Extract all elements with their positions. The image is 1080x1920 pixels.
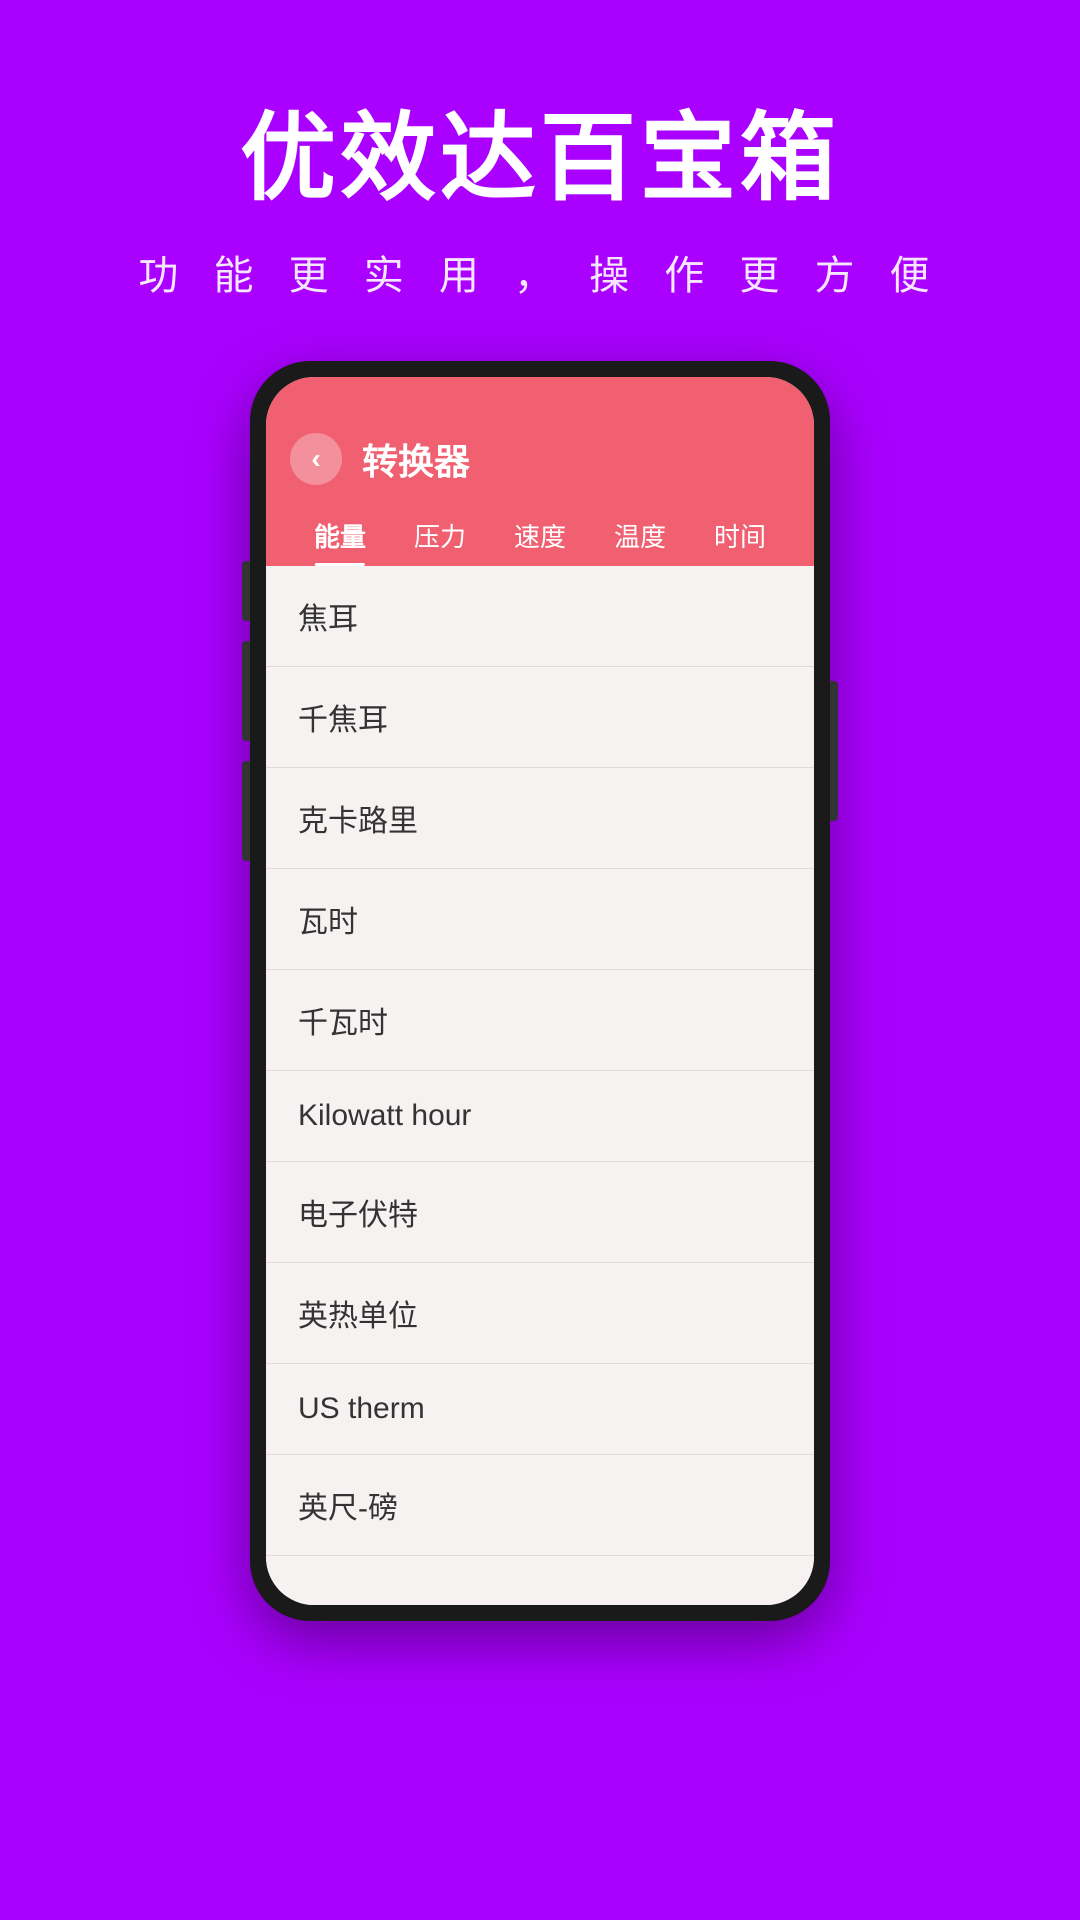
- list-item-watt-hour[interactable]: 瓦时: [266, 869, 814, 970]
- app-subtitle: 功 能 更 实 用 ， 操 作 更 方 便: [138, 243, 941, 301]
- tab-speed[interactable]: 速度: [498, 505, 582, 566]
- tab-energy[interactable]: 能量: [298, 505, 382, 566]
- converter-title: 转换器: [362, 433, 470, 485]
- phone-side-button-2: [242, 641, 250, 741]
- list-item-joule[interactable]: 焦耳: [266, 566, 814, 667]
- app-title: 优效达百宝箱: [240, 80, 840, 219]
- hero-section: 优效达百宝箱 功 能 更 实 用 ， 操 作 更 方 便: [0, 0, 1080, 361]
- unit-list: 焦耳 千焦耳 克卡路里 瓦时 千瓦时 Kilowatt hour 电子伏特 英热…: [266, 566, 814, 1605]
- list-item-kilojoule[interactable]: 千焦耳: [266, 667, 814, 768]
- tab-bar: 能量 压力 速度 温度 时间: [290, 505, 790, 566]
- list-item-electronvolt[interactable]: 电子伏特: [266, 1162, 814, 1263]
- header-row: ‹ 转换器: [290, 433, 790, 485]
- list-item-kilowatt-hour-en[interactable]: Kilowatt hour: [266, 1071, 814, 1162]
- list-item-btu[interactable]: 英热单位: [266, 1263, 814, 1364]
- status-bar: [266, 377, 814, 417]
- phone-side-button-right: [830, 681, 838, 821]
- phone-screen: ‹ 转换器 能量 压力 速度 温度 时间: [266, 377, 814, 1605]
- back-button[interactable]: ‹: [290, 433, 342, 485]
- app-header: ‹ 转换器 能量 压力 速度 温度 时间: [266, 417, 814, 566]
- list-item-foot-pound[interactable]: 英尺-磅: [266, 1455, 814, 1556]
- phone-side-button-1: [242, 561, 250, 621]
- back-arrow-icon: ‹: [311, 445, 320, 473]
- tab-temperature[interactable]: 温度: [598, 505, 682, 566]
- tab-time[interactable]: 时间: [698, 505, 782, 566]
- tab-pressure[interactable]: 压力: [398, 505, 482, 566]
- phone-side-button-3: [242, 761, 250, 861]
- list-item-calorie[interactable]: 克卡路里: [266, 768, 814, 869]
- phone-mockup: ‹ 转换器 能量 压力 速度 温度 时间: [250, 361, 830, 1621]
- list-item-us-therm[interactable]: US therm: [266, 1364, 814, 1455]
- list-item-kilowatt-hour-cn[interactable]: 千瓦时: [266, 970, 814, 1071]
